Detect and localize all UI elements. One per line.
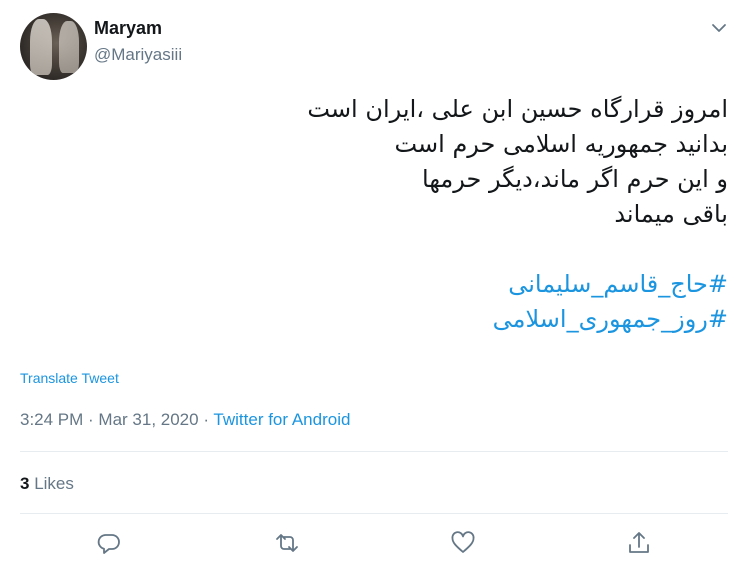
retweet-icon[interactable] [274,530,300,556]
reply-icon[interactable] [96,530,122,556]
avatar[interactable] [20,13,87,80]
tweet-line: بدانید جمهوریه اسلامی حرم است [394,130,728,158]
tweet-line: و این حرم اگر ماند،دیگر حرمها [422,165,728,193]
user-name[interactable]: Maryam [94,18,162,39]
tweet-line: باقی میماند [614,200,728,228]
user-handle[interactable]: @Mariyasiii [94,45,182,65]
meta-separator: · [198,410,214,429]
divider [20,451,728,452]
tweet-line: امروز قرارگاه حسین ابن علی ،ایران است [307,95,728,123]
translate-tweet-link[interactable]: Translate Tweet [20,370,119,386]
hashtag-link[interactable]: #حاج_قاسم_سلیمانی [28,267,728,302]
share-icon[interactable] [626,530,652,556]
divider [20,513,728,514]
heart-icon[interactable] [450,530,476,556]
tweet-text: امروز قرارگاه حسین ابن علی ،ایران است بد… [28,92,728,337]
likes-label: Likes [34,474,74,493]
tweet-source-link[interactable]: Twitter for Android [213,410,350,429]
tweet-date[interactable]: Mar 31, 2020 [98,410,198,429]
hashtag-link[interactable]: #روز_جمهوری_اسلامی [28,302,728,337]
meta-separator: · [83,410,99,429]
tweet-meta: 3:24 PM · Mar 31, 2020 · Twitter for And… [20,410,350,430]
chevron-down-icon[interactable] [709,18,729,38]
likes-count[interactable]: 3 Likes [20,474,74,494]
likes-number: 3 [20,474,30,493]
tweet-time[interactable]: 3:24 PM [20,410,83,429]
